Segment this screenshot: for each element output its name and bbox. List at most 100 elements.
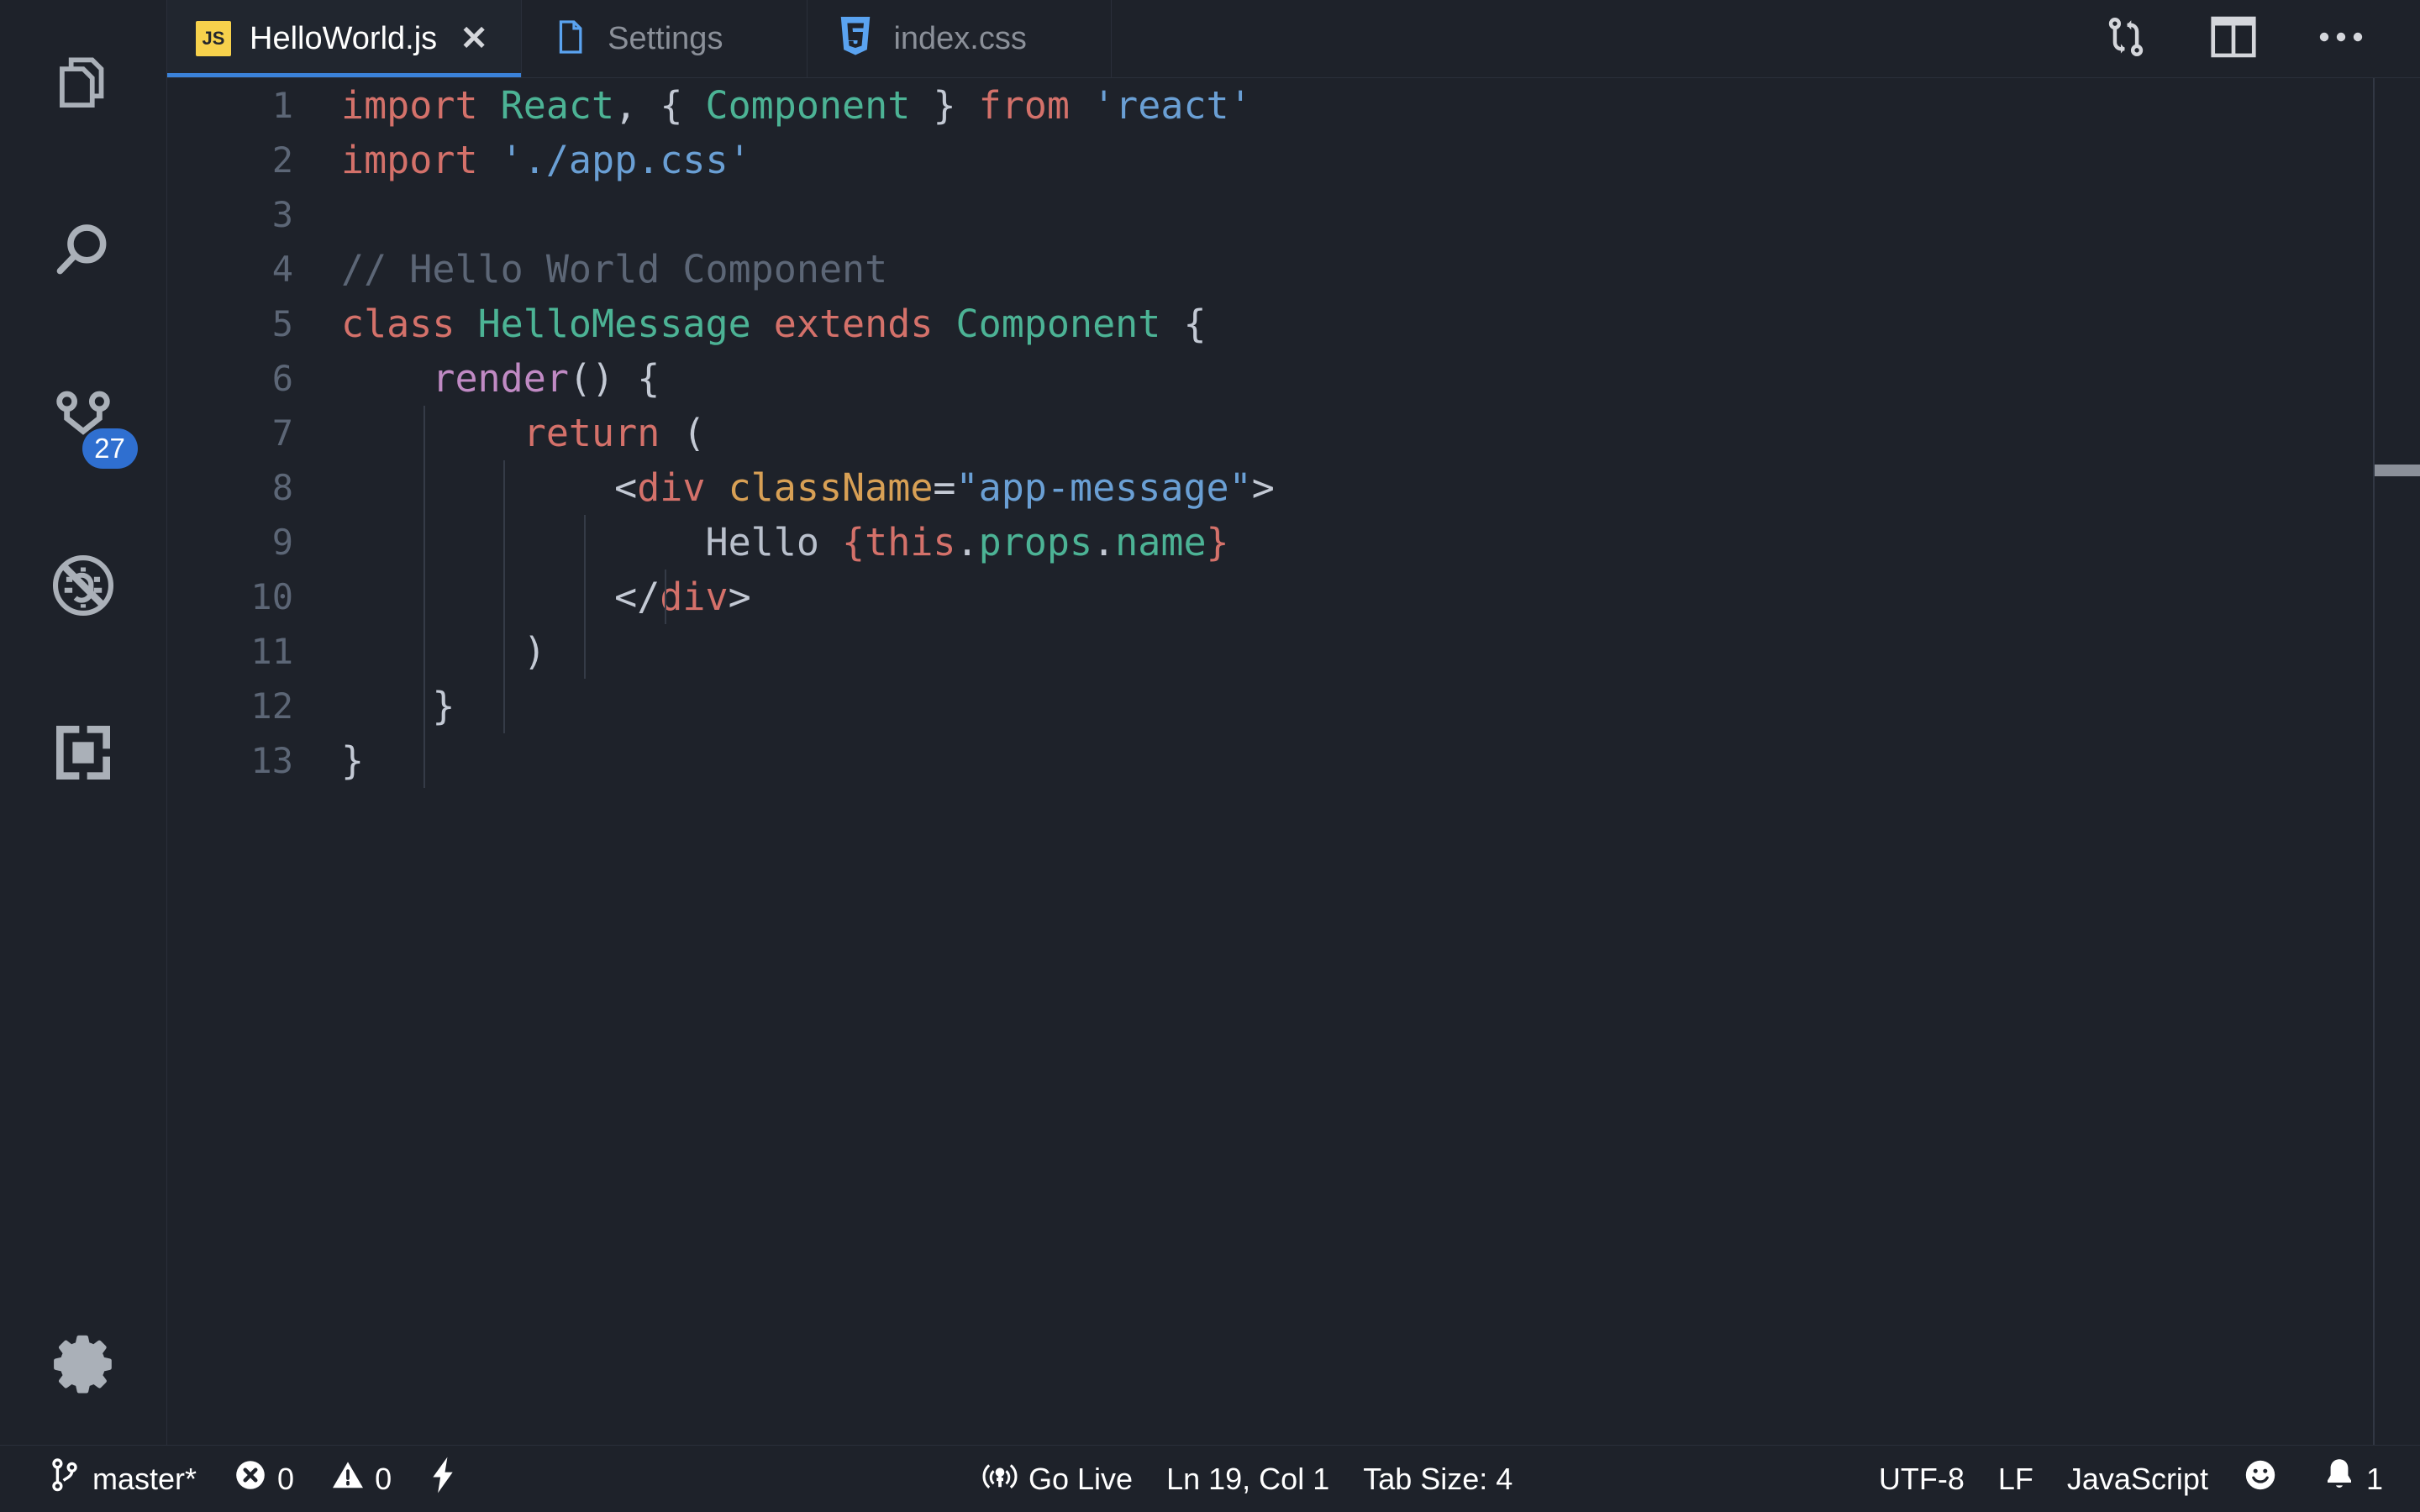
status-bar-center: Go Live Ln 19, Col 1 Tab Size: 4: [965, 1446, 1529, 1512]
close-icon[interactable]: ✕: [455, 22, 492, 55]
activity-bar: 27: [0, 0, 167, 1445]
code-line[interactable]: 6 render() {: [167, 351, 2420, 406]
editor-actions: [2072, 0, 2420, 77]
branch-status[interactable]: master*: [32, 1446, 213, 1512]
editor-scrollbar-slider[interactable]: [2375, 465, 2420, 476]
tab-helloworld-js[interactable]: JS HelloWorld.js ✕: [167, 0, 523, 77]
code-token: ): [523, 629, 546, 674]
notifications-status[interactable]: 1: [2306, 1446, 2400, 1512]
lightning-status[interactable]: [412, 1446, 484, 1512]
code-line[interactable]: 4 // Hello World Component: [167, 242, 2420, 297]
code-text: <div className="app-message">: [293, 465, 1275, 510]
line-number: 9: [271, 522, 293, 563]
line-number: 1: [271, 85, 293, 126]
code-line[interactable]: 3: [167, 187, 2420, 242]
warning-count: 0: [375, 1461, 392, 1496]
sidebar-item-manage[interactable]: [0, 1278, 167, 1445]
code-text: import './app.css': [293, 138, 751, 182]
code-token: }: [933, 83, 956, 128]
code-token: div: [637, 465, 706, 510]
feedback-status[interactable]: [2225, 1446, 2306, 1512]
code-line[interactable]: 5 class HelloMessage extends Component {: [167, 297, 2420, 351]
more-actions-button[interactable]: [2287, 0, 2395, 78]
code-token: './app.css': [500, 138, 751, 182]
code-text: class HelloMessage extends Component {: [293, 302, 1207, 346]
tab-settings[interactable]: Settings: [522, 0, 808, 77]
sidebar-item-extensions[interactable]: [0, 669, 167, 836]
code-token: HelloMessage: [477, 302, 751, 346]
extensions-icon: [50, 719, 117, 786]
code-token: "app-message": [955, 465, 1252, 510]
code-token: (: [682, 411, 706, 455]
code-token: <: [614, 465, 638, 510]
code-token: React: [500, 83, 615, 128]
code-line[interactable]: 11 ): [167, 624, 2420, 679]
code-line[interactable]: 1 import React, { Component } from 'react…: [167, 78, 2420, 133]
code-line[interactable]: 13}: [167, 733, 2420, 788]
warnings-status[interactable]: 0: [314, 1446, 408, 1512]
code-token: props: [978, 520, 1093, 564]
code-token: ,: [614, 83, 638, 128]
broadcast-icon: [981, 1457, 1018, 1501]
status-bar-left: master* 0 0: [0, 1446, 484, 1512]
cursor-position-status[interactable]: Ln 19, Col 1: [1150, 1446, 1346, 1512]
compare-changes-button[interactable]: [2072, 0, 2180, 78]
code-line[interactable]: 2 import './app.css': [167, 133, 2420, 187]
tab-index-css[interactable]: index.css: [808, 0, 1112, 77]
git-branch-icon: [49, 1457, 82, 1501]
tab-label: HelloWorld.js: [250, 20, 438, 56]
line-number: 6: [271, 358, 293, 399]
code-line[interactable]: 12 }: [167, 679, 2420, 733]
problems-status[interactable]: 0: [217, 1446, 311, 1512]
language-status[interactable]: JavaScript: [2050, 1446, 2225, 1512]
code-token: import: [341, 138, 478, 182]
split-editor-button[interactable]: [2180, 0, 2287, 78]
code-text: }: [293, 684, 455, 728]
code-line[interactable]: 8 <div className="app-message">: [167, 460, 2420, 515]
go-live-status[interactable]: Go Live: [965, 1446, 1150, 1512]
sidebar-item-search[interactable]: [0, 167, 167, 334]
code-line[interactable]: 7 return (: [167, 406, 2420, 460]
go-live-label: Go Live: [1028, 1461, 1134, 1496]
code-token: extends: [773, 302, 934, 346]
code-token: .: [1092, 520, 1116, 564]
ellipsis-icon: [2317, 29, 2365, 50]
tab-size-status[interactable]: Tab Size: 4: [1346, 1446, 1529, 1512]
tab-label: Settings: [608, 20, 723, 56]
code-text: render() {: [293, 356, 660, 401]
code-line[interactable]: 9 Hello {this.props.name}: [167, 515, 2420, 570]
status-bar: master* 0 0 Go Live Ln 19, Col 1 Tab Siz…: [0, 1445, 2420, 1512]
vscode-window: 27 JS HelloWorld.js ✕ Settings index.css…: [0, 0, 2420, 1512]
sidebar-item-explorer[interactable]: [0, 0, 167, 167]
encoding-status[interactable]: UTF-8: [1862, 1446, 1981, 1512]
code-text: </div>: [293, 575, 751, 619]
code-editor[interactable]: 1 import React, { Component } from 'react…: [167, 78, 2420, 1445]
eol-status[interactable]: LF: [1981, 1446, 2050, 1512]
indent-guide: [665, 570, 666, 624]
code-text: Hello {this.props.name}: [293, 520, 1228, 564]
sidebar-item-source-control[interactable]: 27: [0, 334, 167, 501]
code-token: >: [1251, 465, 1275, 510]
code-token: >: [728, 575, 751, 619]
cursor-position-label: Ln 19, Col 1: [1166, 1461, 1330, 1496]
branch-label: master*: [92, 1461, 197, 1496]
code-token: return: [523, 411, 660, 455]
code-token: }: [432, 684, 455, 728]
editor-tab-bar: JS HelloWorld.js ✕ Settings index.css: [167, 0, 2420, 78]
code-token: Component: [955, 302, 1161, 346]
tab-label: index.css: [893, 20, 1027, 56]
code-line[interactable]: 10 </div>: [167, 570, 2420, 624]
error-icon: [234, 1458, 267, 1499]
sidebar-item-run-debug[interactable]: [0, 501, 167, 669]
line-number: 7: [271, 412, 293, 454]
